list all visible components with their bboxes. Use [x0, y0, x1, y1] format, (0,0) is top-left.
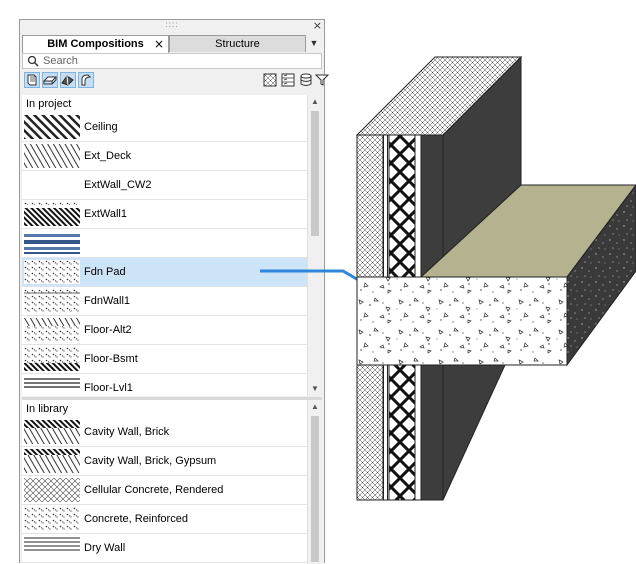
list-item[interactable]: Cavity Wall, Brick, Gypsum	[22, 447, 307, 476]
hatch-view-icon	[263, 73, 277, 87]
in-library-list: Cavity Wall, Brick Cavity Wall, Brick, Gy…	[22, 418, 307, 564]
hatch-view-button[interactable]	[262, 72, 278, 88]
walls-filter-icon	[27, 74, 37, 86]
tab-menu-icon[interactable]: ▼	[306, 35, 322, 51]
panel-tabs: BIM Compositions × Structure ▼	[22, 35, 322, 53]
scroll-thumb[interactable]	[311, 111, 319, 236]
composition-swatch	[24, 173, 80, 197]
database-icon	[300, 73, 312, 86]
list-view-button[interactable]	[280, 72, 296, 88]
composition-swatch	[24, 260, 80, 284]
list-item-label: ExtWall1	[84, 208, 127, 220]
composition-swatch	[24, 144, 80, 168]
composition-swatch	[24, 536, 80, 560]
list-item-label: Cavity Wall, Brick, Gypsum	[84, 455, 217, 467]
list-item-label: Concrete, Reinforced	[84, 513, 188, 525]
list-item[interactable]: Floor-Lvl1	[22, 374, 307, 396]
shells-filter-icon	[81, 74, 92, 86]
in-library-scrollbar[interactable]: ▲	[307, 400, 322, 564]
roofs-filter-button[interactable]	[60, 72, 76, 88]
tab-bim-compositions-label: BIM Compositions	[47, 38, 144, 50]
search-field[interactable]: Search	[22, 53, 322, 69]
list-view-icon	[281, 73, 295, 87]
in-project-scrollbar[interactable]: ▲ ▼	[307, 95, 322, 396]
in-project-list: Ceiling Ext_Deck ExtWall_CW2 ExtWall1 Fdn Pa…	[22, 113, 307, 396]
search-input[interactable]: Search	[43, 55, 78, 67]
slabs-filter-button[interactable]	[42, 72, 58, 88]
wall-section-illustration	[355, 55, 636, 501]
scroll-thumb[interactable]	[311, 416, 319, 562]
shells-filter-button[interactable]	[78, 72, 94, 88]
database-button[interactable]	[298, 72, 314, 88]
list-item[interactable]: Concrete, Reinforced	[22, 505, 307, 534]
composition-swatch	[24, 115, 80, 139]
composition-swatch	[24, 376, 80, 396]
list-item[interactable]: Ceiling	[22, 113, 307, 142]
list-item-label: Floor-Alt2	[84, 324, 132, 336]
list-item-label: Cavity Wall, Brick	[84, 426, 170, 438]
filter-toolbar	[22, 71, 330, 91]
walls-filter-button[interactable]	[24, 72, 40, 88]
tab-close-icon[interactable]: ×	[154, 36, 164, 52]
filter-icon	[314, 74, 330, 86]
list-item-label: Ext_Deck	[84, 150, 132, 162]
list-item-label: FdnWall1	[84, 295, 131, 307]
panel-close-icon[interactable]: ×	[313, 19, 322, 32]
list-item[interactable]	[22, 229, 307, 258]
scroll-down-icon[interactable]: ▼	[308, 383, 322, 395]
slabs-filter-icon	[42, 76, 58, 85]
composition-swatch	[24, 347, 80, 371]
list-item-label: Cellular Concrete, Rendered	[84, 484, 224, 496]
search-icon	[27, 55, 39, 67]
list-item[interactable]: Ext_Deck	[22, 142, 307, 171]
composition-swatch	[24, 420, 80, 444]
tab-structure-label: Structure	[215, 38, 260, 50]
composition-swatch	[24, 231, 80, 255]
list-item[interactable]: Cellular Concrete, Rendered	[22, 476, 307, 505]
tab-bim-compositions[interactable]: BIM Compositions ×	[22, 35, 169, 53]
list-item[interactable]: Dry Wall	[22, 534, 307, 563]
scroll-up-icon[interactable]: ▲	[308, 96, 322, 108]
composition-swatch	[24, 202, 80, 226]
list-item-label: Floor-Bsmt	[84, 353, 138, 365]
roofs-filter-icon	[61, 75, 74, 86]
tab-structure[interactable]: Structure	[169, 35, 306, 52]
composition-swatch	[24, 289, 80, 313]
list-item[interactable]: ExtWall1	[22, 200, 307, 229]
composition-swatch	[24, 449, 80, 473]
in-library-header: In library	[22, 400, 307, 418]
list-item-label: Floor-Lvl1	[84, 382, 133, 394]
composition-swatch	[24, 318, 80, 342]
list-item[interactable]: Cavity Wall, Brick	[22, 418, 307, 447]
list-item-label: Dry Wall	[84, 542, 126, 554]
composition-swatch	[24, 507, 80, 531]
list-item-label: ExtWall_CW2	[84, 179, 152, 191]
panel-grip[interactable]: ::::	[20, 20, 324, 32]
in-project-header: In project	[22, 95, 307, 113]
composition-swatch	[24, 478, 80, 502]
list-item-label: Ceiling	[84, 121, 118, 133]
list-item-label: Fdn Pad	[84, 266, 126, 278]
list-item[interactable]: Floor-Bsmt	[22, 345, 307, 374]
scroll-up-icon[interactable]: ▲	[308, 401, 322, 413]
filter-button[interactable]	[314, 72, 330, 88]
list-item[interactable]: ExtWall_CW2	[22, 171, 307, 200]
